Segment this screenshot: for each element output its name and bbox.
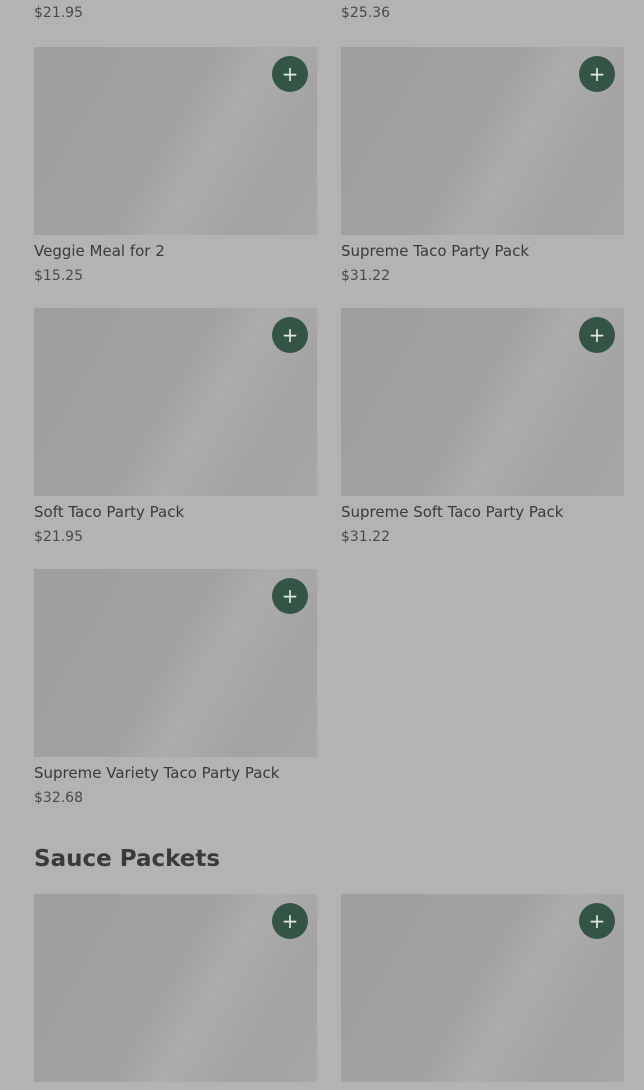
add-to-cart-button[interactable]: + (272, 317, 308, 353)
add-to-cart-button[interactable]: + (272, 903, 308, 939)
plus-icon: + (588, 62, 606, 86)
product-name[interactable]: Supreme Soft Taco Party Pack (341, 503, 624, 521)
product-name[interactable]: Soft Taco Party Pack (34, 503, 317, 521)
plus-icon: + (281, 909, 299, 933)
product-name[interactable]: Supreme Variety Taco Party Pack (34, 764, 317, 782)
product-price: $21.95 (34, 529, 83, 545)
product-image[interactable]: + (34, 308, 317, 496)
plus-icon: + (588, 909, 606, 933)
section-title-sauce-packets: Sauce Packets (34, 846, 221, 872)
plus-icon: + (281, 62, 299, 86)
product-name[interactable]: Veggie Meal for 2 (34, 242, 317, 260)
product-card-sauce-packet[interactable]: + (34, 894, 317, 1082)
product-card-sauce-packet[interactable]: + (341, 894, 624, 1082)
product-price: $31.22 (341, 268, 390, 284)
product-price: $32.68 (34, 790, 83, 806)
product-image[interactable]: + (341, 47, 624, 235)
add-to-cart-button[interactable]: + (579, 56, 615, 92)
add-to-cart-button[interactable]: + (579, 317, 615, 353)
add-to-cart-button[interactable]: + (579, 903, 615, 939)
product-name[interactable]: Supreme Taco Party Pack (341, 242, 624, 260)
product-image[interactable]: + (34, 894, 317, 1082)
product-price: $25.36 (341, 5, 390, 21)
plus-icon: + (281, 323, 299, 347)
menu-page: $21.95 $25.36 + Veggie Meal for 2 $15.25… (0, 0, 644, 1090)
plus-icon: + (588, 323, 606, 347)
product-price: $15.25 (34, 268, 83, 284)
product-card-supreme-variety-taco-party-pack[interactable]: + Supreme Variety Taco Party Pack $32.68 (34, 569, 317, 806)
product-image[interactable]: + (341, 308, 624, 496)
product-card-soft-taco-party-pack[interactable]: + Soft Taco Party Pack $21.95 (34, 308, 317, 545)
product-image[interactable]: + (34, 47, 317, 235)
product-card-supreme-soft-taco-party-pack[interactable]: + Supreme Soft Taco Party Pack $31.22 (341, 308, 624, 545)
product-card-supreme-taco-party-pack[interactable]: + Supreme Taco Party Pack $31.22 (341, 47, 624, 284)
plus-icon: + (281, 584, 299, 608)
product-price: $31.22 (341, 529, 390, 545)
product-price: $21.95 (34, 5, 83, 21)
add-to-cart-button[interactable]: + (272, 56, 308, 92)
product-card-veggie-meal[interactable]: + Veggie Meal for 2 $15.25 (34, 47, 317, 284)
product-image[interactable]: + (34, 569, 317, 757)
product-image[interactable]: + (341, 894, 624, 1082)
add-to-cart-button[interactable]: + (272, 578, 308, 614)
